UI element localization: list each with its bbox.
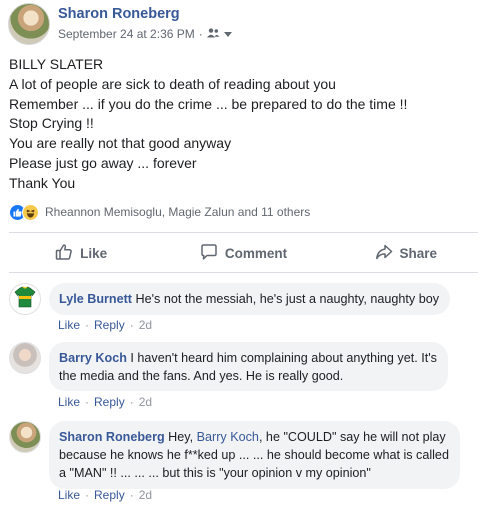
meta-separator: · (198, 27, 203, 41)
commenter-name[interactable]: Lyle Burnett (59, 292, 132, 306)
author-name[interactable]: Sharon Roneberg (58, 5, 232, 23)
comment-text: He's not the messiah, he's just a naught… (135, 292, 440, 306)
thumbs-up-icon (55, 243, 73, 264)
comment-text: because he knows he f**ked up ... ... he… (59, 448, 449, 462)
comment: Barry Koch I haven't heard him complaini… (9, 342, 448, 391)
comment-text: I haven't heard him complaining about an… (130, 351, 437, 365)
separator-dot: · (129, 395, 134, 409)
comment-text: , he "COULD" say he will not play (258, 430, 446, 444)
commenter-avatar[interactable] (9, 283, 41, 315)
header-text: Sharon Roneberg September 24 at 2:36 PM … (58, 5, 232, 41)
divider (9, 232, 478, 233)
comment-like-link[interactable]: Like (58, 395, 80, 409)
haha-icon (22, 203, 39, 221)
comment-bubble: Lyle Burnett He's not the messiah, he's … (49, 283, 451, 315)
comment-like-link[interactable]: Like (58, 318, 80, 332)
chevron-down-icon[interactable] (223, 27, 232, 41)
jersey-icon (12, 284, 38, 314)
comment-actions: Like · Reply · 2d (58, 488, 152, 502)
author-avatar[interactable] (8, 3, 50, 45)
comment-bubble: Sharon Roneberg Hey, Barry Koch, he "COU… (49, 421, 460, 489)
comment-time[interactable]: 2d (139, 318, 152, 332)
divider (9, 272, 478, 273)
comment-button[interactable]: Comment (162, 237, 324, 269)
action-bar: Like Comment Share (0, 237, 487, 269)
like-label: Like (80, 245, 108, 261)
post-line: Stop Crying !! (9, 115, 94, 132)
reaction-summary[interactable]: Rheannon Memisoglu, Magie Zalun and 11 o… (9, 203, 310, 221)
comment-reply-link[interactable]: Reply (94, 318, 125, 332)
facebook-post: Sharon Roneberg September 24 at 2:36 PM … (0, 0, 487, 505)
commenter-avatar[interactable] (9, 342, 41, 374)
post-line: BILLY SLATER (9, 56, 104, 72)
reaction-names[interactable]: Rheannon Memisoglu, Magie Zalun and 11 o… (45, 205, 310, 219)
comment: Sharon Roneberg Hey, Barry Koch, he "COU… (9, 421, 460, 489)
separator-dot: · (129, 488, 134, 502)
post-line: Thank You (9, 174, 76, 191)
post-line: You are really not that good anyway (9, 135, 232, 152)
share-button[interactable]: Share (325, 237, 487, 269)
post-body: BILLY SLATER A lot of people are sick to… (9, 55, 407, 194)
comment-text: Hey, (168, 430, 194, 444)
comment-time[interactable]: 2d (139, 395, 152, 409)
post-line: Remember ... if you do the crime ... be … (9, 95, 408, 112)
post-line: Please just go away ... forever (9, 154, 197, 171)
separator-dot: · (129, 318, 134, 332)
like-button[interactable]: Like (0, 237, 162, 269)
comment-like-link[interactable]: Like (58, 488, 80, 502)
comment-text: the media and the fans. And yes. He is r… (59, 369, 344, 383)
comment-reply-link[interactable]: Reply (94, 488, 125, 502)
separator-dot: · (85, 318, 90, 332)
speech-bubble-icon (200, 243, 218, 264)
comment-reply-link[interactable]: Reply (94, 395, 125, 409)
post-meta: September 24 at 2:36 PM · (58, 27, 232, 41)
comment-actions: Like · Reply · 2d (58, 395, 152, 409)
share-arrow-icon (375, 243, 393, 264)
comment-bubble: Barry Koch I haven't heard him complaini… (49, 342, 448, 391)
comment-time[interactable]: 2d (139, 488, 152, 502)
post-line: A lot of people are sick to death of rea… (9, 75, 336, 92)
commenter-avatar[interactable] (9, 421, 41, 453)
share-label: Share (399, 245, 438, 261)
comment-label: Comment (224, 245, 288, 261)
separator-dot: · (85, 488, 90, 502)
comment-text: a "MAN" !! ... ... ... but this is "your… (59, 466, 371, 480)
commenter-name[interactable]: Barry Koch (59, 351, 127, 365)
mention-link[interactable]: Barry Koch (197, 430, 259, 444)
commenter-name[interactable]: Sharon Roneberg (59, 430, 165, 444)
comment-actions: Like · Reply · 2d (58, 318, 152, 332)
comment: Lyle Burnett He's not the messiah, he's … (9, 283, 451, 315)
friends-icon[interactable] (206, 27, 220, 41)
separator-dot: · (85, 395, 90, 409)
post-timestamp[interactable]: September 24 at 2:36 PM (58, 27, 195, 41)
post-header: Sharon Roneberg September 24 at 2:36 PM … (8, 3, 232, 45)
